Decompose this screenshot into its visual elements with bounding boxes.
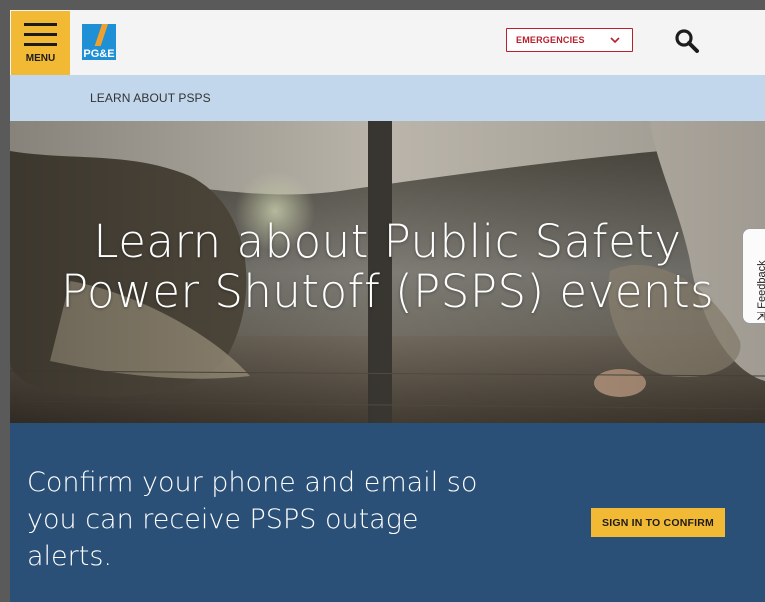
site-header: MENU PG&E EMERGENCIES [10,10,765,75]
breadcrumb-item-learn-about-psps[interactable]: LEARN ABOUT PSPS [90,91,211,105]
menu-label: MENU [25,53,56,64]
confirm-contact-text: Confirm your phone and email so you can … [27,467,478,572]
breadcrumb: LEARN ABOUT PSPS [10,75,765,121]
feedback-label: ⇲ Feedback [755,260,765,321]
menu-button[interactable]: MENU [11,11,70,75]
hero-title: Learn about Public Safety Power Shutoff … [60,215,715,318]
sign-in-to-confirm-button[interactable]: SIGN IN TO CONFIRM [591,508,725,537]
menu-icon [24,23,57,26]
feedback-icon: ⇲ [756,309,765,321]
emergencies-dropdown[interactable]: EMERGENCIES [506,28,633,52]
page-frame: MENU PG&E EMERGENCIES LEARN ABOUT PSPS L… [10,10,765,602]
search-icon[interactable] [674,28,700,54]
chevron-down-icon [610,37,620,44]
logo-text: PG&E [83,48,114,60]
hero-banner: Learn about Public Safety Power Shutoff … [10,121,765,423]
emergencies-label: EMERGENCIES [516,35,585,45]
feedback-tab[interactable]: ⇲ Feedback [742,228,765,324]
confirm-contact-section: Confirm your phone and email so you can … [10,423,765,602]
pge-logo[interactable]: PG&E [82,24,116,60]
